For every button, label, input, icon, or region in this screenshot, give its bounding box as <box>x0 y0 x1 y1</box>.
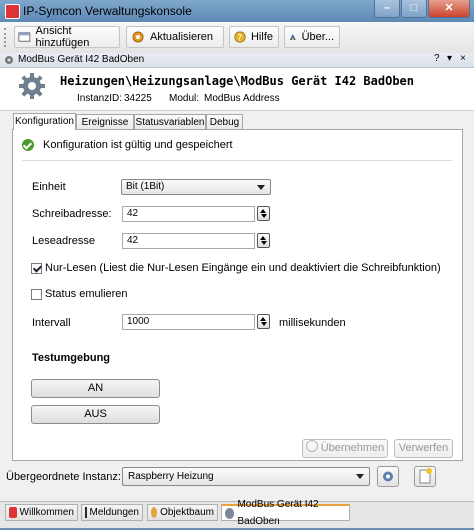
title-bar: IP-Symcon Verwaltungskonsole – □ ✕ <box>0 0 474 22</box>
unit-value: Bit (1Bit) <box>126 181 165 192</box>
document-title: ModBus Gerät I42 BadOben <box>18 54 145 65</box>
module-value: ModBus Address <box>204 93 280 104</box>
chevron-down-icon <box>356 474 364 479</box>
write-address-spinner[interactable] <box>257 206 270 221</box>
test-heading: Testumgebung <box>32 352 111 364</box>
toolbar: Ansicht hinzufügen Aktualisieren ? Hilfe… <box>0 22 474 54</box>
tab-konfiguration[interactable]: Konfiguration <box>13 113 76 130</box>
apply-button[interactable]: Übernehmen <box>302 439 388 458</box>
tab-meldungen[interactable]: Meldungen <box>81 504 143 521</box>
instance-header: Heizungen\Heizungsanlage\ModBus Gerät I4… <box>0 68 474 111</box>
doc-pin-button[interactable]: ▾ <box>447 53 452 64</box>
interval-spinner[interactable] <box>257 314 270 329</box>
status-message: Konfiguration ist gültig und gespeichert <box>22 139 233 151</box>
parent-instance-label: Übergeordnete Instanz: <box>6 471 121 483</box>
emulate-status-label: Status emulieren <box>45 288 128 300</box>
off-button[interactable]: AUS <box>31 405 160 424</box>
instance-id-value: 34225 <box>124 93 152 104</box>
write-address-input[interactable]: 42 <box>122 206 255 222</box>
gear-icon <box>383 471 393 482</box>
window-add-icon <box>18 32 31 42</box>
symcon-logo-icon <box>289 34 296 40</box>
console-window: IP-Symcon Verwaltungskonsole – □ ✕ Ansic… <box>0 0 474 528</box>
svg-text:?: ? <box>237 33 242 43</box>
parent-instance-value: Raspberry Heizung <box>128 471 214 482</box>
tab-objektbaum[interactable]: Objektbaum <box>147 504 218 521</box>
module-label: Modul: <box>169 93 200 104</box>
status-text: Konfiguration ist gültig und gespeichert <box>43 139 233 151</box>
unit-select[interactable]: Bit (1Bit) <box>121 179 271 195</box>
toolbar-grip[interactable] <box>4 28 9 47</box>
read-address-label: Leseadresse <box>32 235 95 247</box>
gear-icon <box>19 73 45 99</box>
help-label: Hilfe <box>250 31 273 43</box>
discard-button[interactable]: Verwerfen <box>394 439 453 458</box>
help-button[interactable]: ? Hilfe <box>229 26 279 48</box>
on-button[interactable]: AN <box>31 379 160 398</box>
tab-modbus-device-label: ModBus Gerät I42 BadOben <box>237 499 319 527</box>
maximize-button[interactable]: □ <box>401 0 427 18</box>
about-label: Über... <box>301 31 334 43</box>
help-icon: ? <box>234 31 246 43</box>
bottom-tab-bar: Willkommen Meldungen Objektbaum ModBus G… <box>0 499 474 528</box>
tab-debug[interactable]: Debug <box>206 114 243 129</box>
unit-label: Einheit <box>32 181 66 193</box>
refresh-button[interactable]: Aktualisieren <box>126 26 224 48</box>
tab-ereignisse[interactable]: Ereignisse <box>76 114 134 129</box>
doc-help-button[interactable]: ? <box>434 53 440 64</box>
tab-objektbaum-label: Objektbaum <box>160 507 214 518</box>
tree-icon <box>151 507 158 518</box>
tab-modbus-device[interactable]: ModBus Gerät I42 BadOben <box>221 499 350 527</box>
gear-refresh-icon <box>132 31 144 43</box>
doc-close-button[interactable]: × <box>460 53 466 64</box>
emulate-status-checkbox[interactable] <box>31 289 42 300</box>
readonly-checkbox[interactable] <box>31 263 42 274</box>
parent-instance-select[interactable]: Raspberry Heizung <box>122 467 370 486</box>
interval-label: Intervall <box>32 317 71 329</box>
new-document-icon <box>419 468 432 484</box>
divider <box>22 160 452 161</box>
tab-willkommen-label: Willkommen <box>19 507 74 518</box>
window-controls: – □ ✕ <box>373 0 470 18</box>
parent-new-button[interactable] <box>414 466 436 487</box>
refresh-label: Aktualisieren <box>150 31 213 43</box>
document-tab-header: ModBus Gerät I42 BadOben ? ▾ × <box>0 53 474 68</box>
app-icon <box>5 4 20 19</box>
close-button[interactable]: ✕ <box>428 0 470 18</box>
check-icon <box>22 139 34 151</box>
about-button[interactable]: Über... <box>284 26 340 48</box>
gear-icon <box>225 507 235 519</box>
read-address-spinner[interactable] <box>257 233 270 248</box>
minimize-button[interactable]: – <box>374 0 400 18</box>
console-icon <box>85 507 87 518</box>
interval-unit: millisekunden <box>279 317 346 329</box>
add-view-label: Ansicht hinzufügen <box>35 25 90 49</box>
instance-id-label: InstanzID: <box>77 93 123 104</box>
readonly-label: Nur-Lesen (Liest die Nur-Lesen Eingänge … <box>45 262 441 274</box>
gear-icon <box>5 56 13 64</box>
tab-willkommen[interactable]: Willkommen <box>5 504 78 521</box>
home-icon <box>9 507 17 518</box>
apply-label: Übernehmen <box>320 442 385 454</box>
write-address-label: Schreibadresse: <box>32 208 112 220</box>
parent-config-button[interactable] <box>377 466 399 487</box>
interval-input[interactable]: 1000 <box>122 314 255 330</box>
check-icon <box>305 440 318 452</box>
chevron-down-icon <box>257 185 265 190</box>
instance-path: Heizungen\Heizungsanlage\ModBus Gerät I4… <box>60 74 415 88</box>
window-title: IP-Symcon Verwaltungskonsole <box>23 4 192 18</box>
read-address-input[interactable]: 42 <box>122 233 255 249</box>
add-view-button[interactable]: Ansicht hinzufügen <box>14 25 120 49</box>
tab-meldungen-label: Meldungen <box>89 507 139 518</box>
tab-statusvariablen[interactable]: Statusvariablen <box>134 114 206 129</box>
